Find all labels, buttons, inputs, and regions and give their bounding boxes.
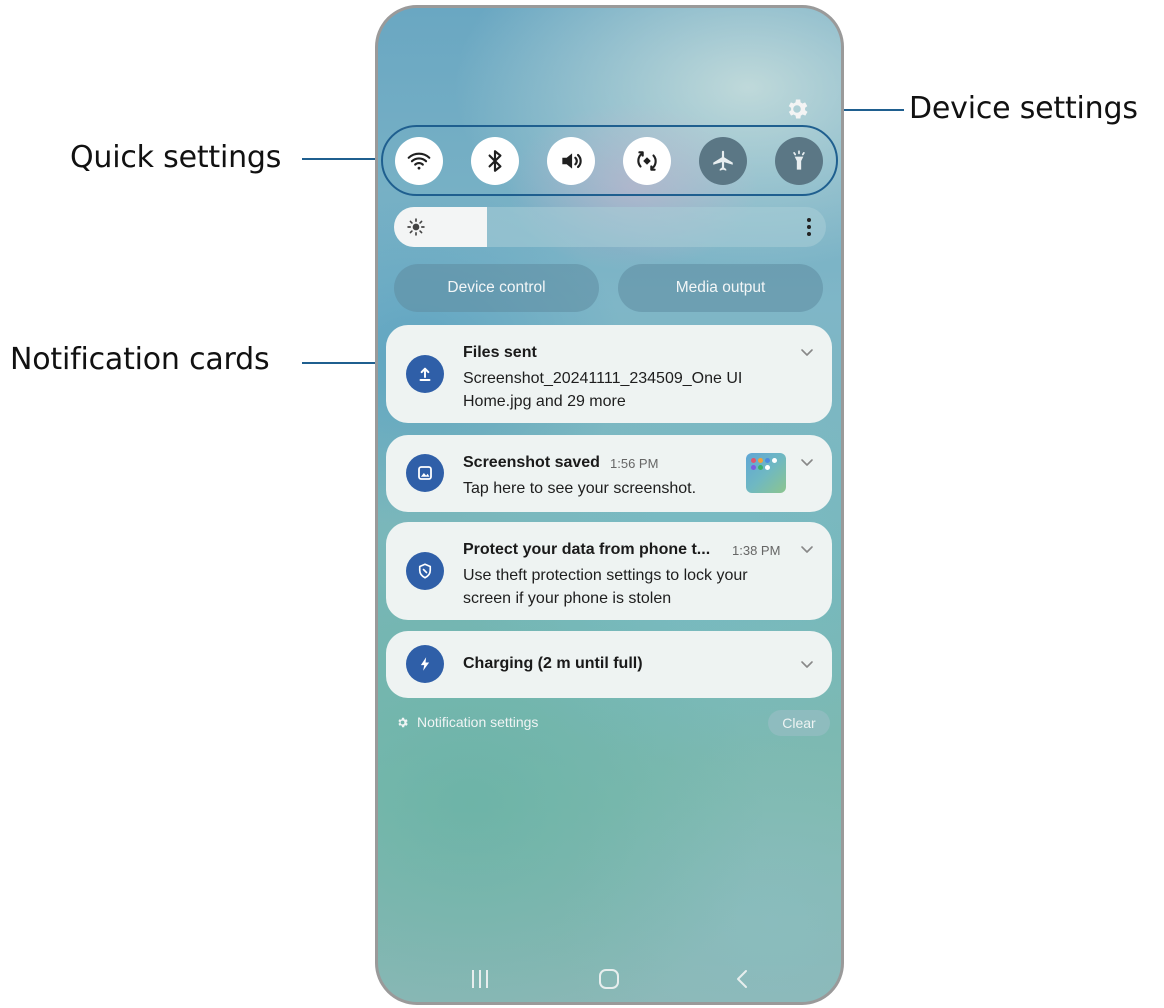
brightness-slider[interactable]: [394, 207, 826, 247]
phone-frame: Device control Media output Files sent S…: [375, 5, 844, 1005]
shield-icon: [406, 552, 444, 590]
more-options-icon[interactable]: [806, 216, 812, 238]
chevron-down-icon[interactable]: [800, 457, 814, 467]
notification-card-screenshot-saved[interactable]: Screenshot saved 1:56 PM Tap here to see…: [386, 435, 832, 512]
media-output-button[interactable]: Media output: [618, 264, 823, 312]
notification-body: Screenshot_20241111_234509_One UI Home.j…: [463, 370, 743, 410]
device-control-button[interactable]: Device control: [394, 264, 599, 312]
notification-settings-label: Notification settings: [417, 714, 539, 730]
bluetooth-toggle[interactable]: [471, 137, 519, 185]
settings-gear-icon[interactable]: [784, 96, 810, 122]
flashlight-icon: [793, 150, 805, 170]
image-icon: [406, 454, 444, 492]
chevron-down-icon[interactable]: [800, 659, 814, 669]
notification-title: Protect your data from phone t...: [463, 541, 711, 558]
wifi-icon: [407, 152, 431, 170]
notification-settings-link[interactable]: Notification settings: [396, 714, 538, 730]
airplane-icon: [713, 150, 733, 171]
volume-icon: [562, 153, 582, 169]
home-icon[interactable]: [598, 968, 620, 990]
chevron-down-icon[interactable]: [800, 544, 814, 554]
screenshot-thumbnail[interactable]: [746, 453, 786, 493]
callout-quick-settings: Quick settings: [70, 140, 282, 175]
back-icon[interactable]: [735, 968, 749, 990]
notification-body: Use theft protection settings to lock yo…: [463, 567, 748, 607]
quick-settings-highlight: [381, 125, 838, 196]
notification-time: 1:56 PM: [610, 456, 659, 471]
notification-card-theft-protection[interactable]: Protect your data from phone t... 1:38 P…: [386, 522, 832, 620]
chevron-down-icon[interactable]: [800, 347, 814, 357]
sun-icon: [407, 218, 425, 236]
airplane-mode-toggle[interactable]: [699, 137, 747, 185]
notification-panel: Device control Media output Files sent S…: [378, 8, 841, 1002]
upload-icon: [406, 355, 444, 393]
callout-device-settings: Device settings: [909, 91, 1138, 126]
notification-card-files-sent[interactable]: Files sent Screenshot_20241111_234509_On…: [386, 325, 832, 423]
recent-apps-icon[interactable]: [470, 968, 490, 990]
notification-card-charging[interactable]: Charging (2 m until full): [386, 631, 832, 698]
rotate-icon: [637, 151, 657, 171]
clear-button[interactable]: Clear: [768, 710, 830, 736]
wifi-toggle[interactable]: [395, 137, 443, 185]
notification-title: Charging (2 m until full): [463, 655, 643, 672]
bluetooth-icon: [488, 150, 502, 172]
callout-line-quick-settings: [302, 158, 380, 160]
bolt-icon: [406, 645, 444, 683]
callout-notification-cards: Notification cards: [10, 342, 270, 377]
auto-rotate-toggle[interactable]: [623, 137, 671, 185]
sound-toggle[interactable]: [547, 137, 595, 185]
settings-gear-icon: [398, 717, 408, 727]
flashlight-toggle[interactable]: [775, 137, 823, 185]
notification-title: Screenshot saved: [463, 454, 600, 471]
notification-title: Files sent: [463, 344, 537, 361]
notification-time: 1:38 PM: [732, 543, 781, 558]
